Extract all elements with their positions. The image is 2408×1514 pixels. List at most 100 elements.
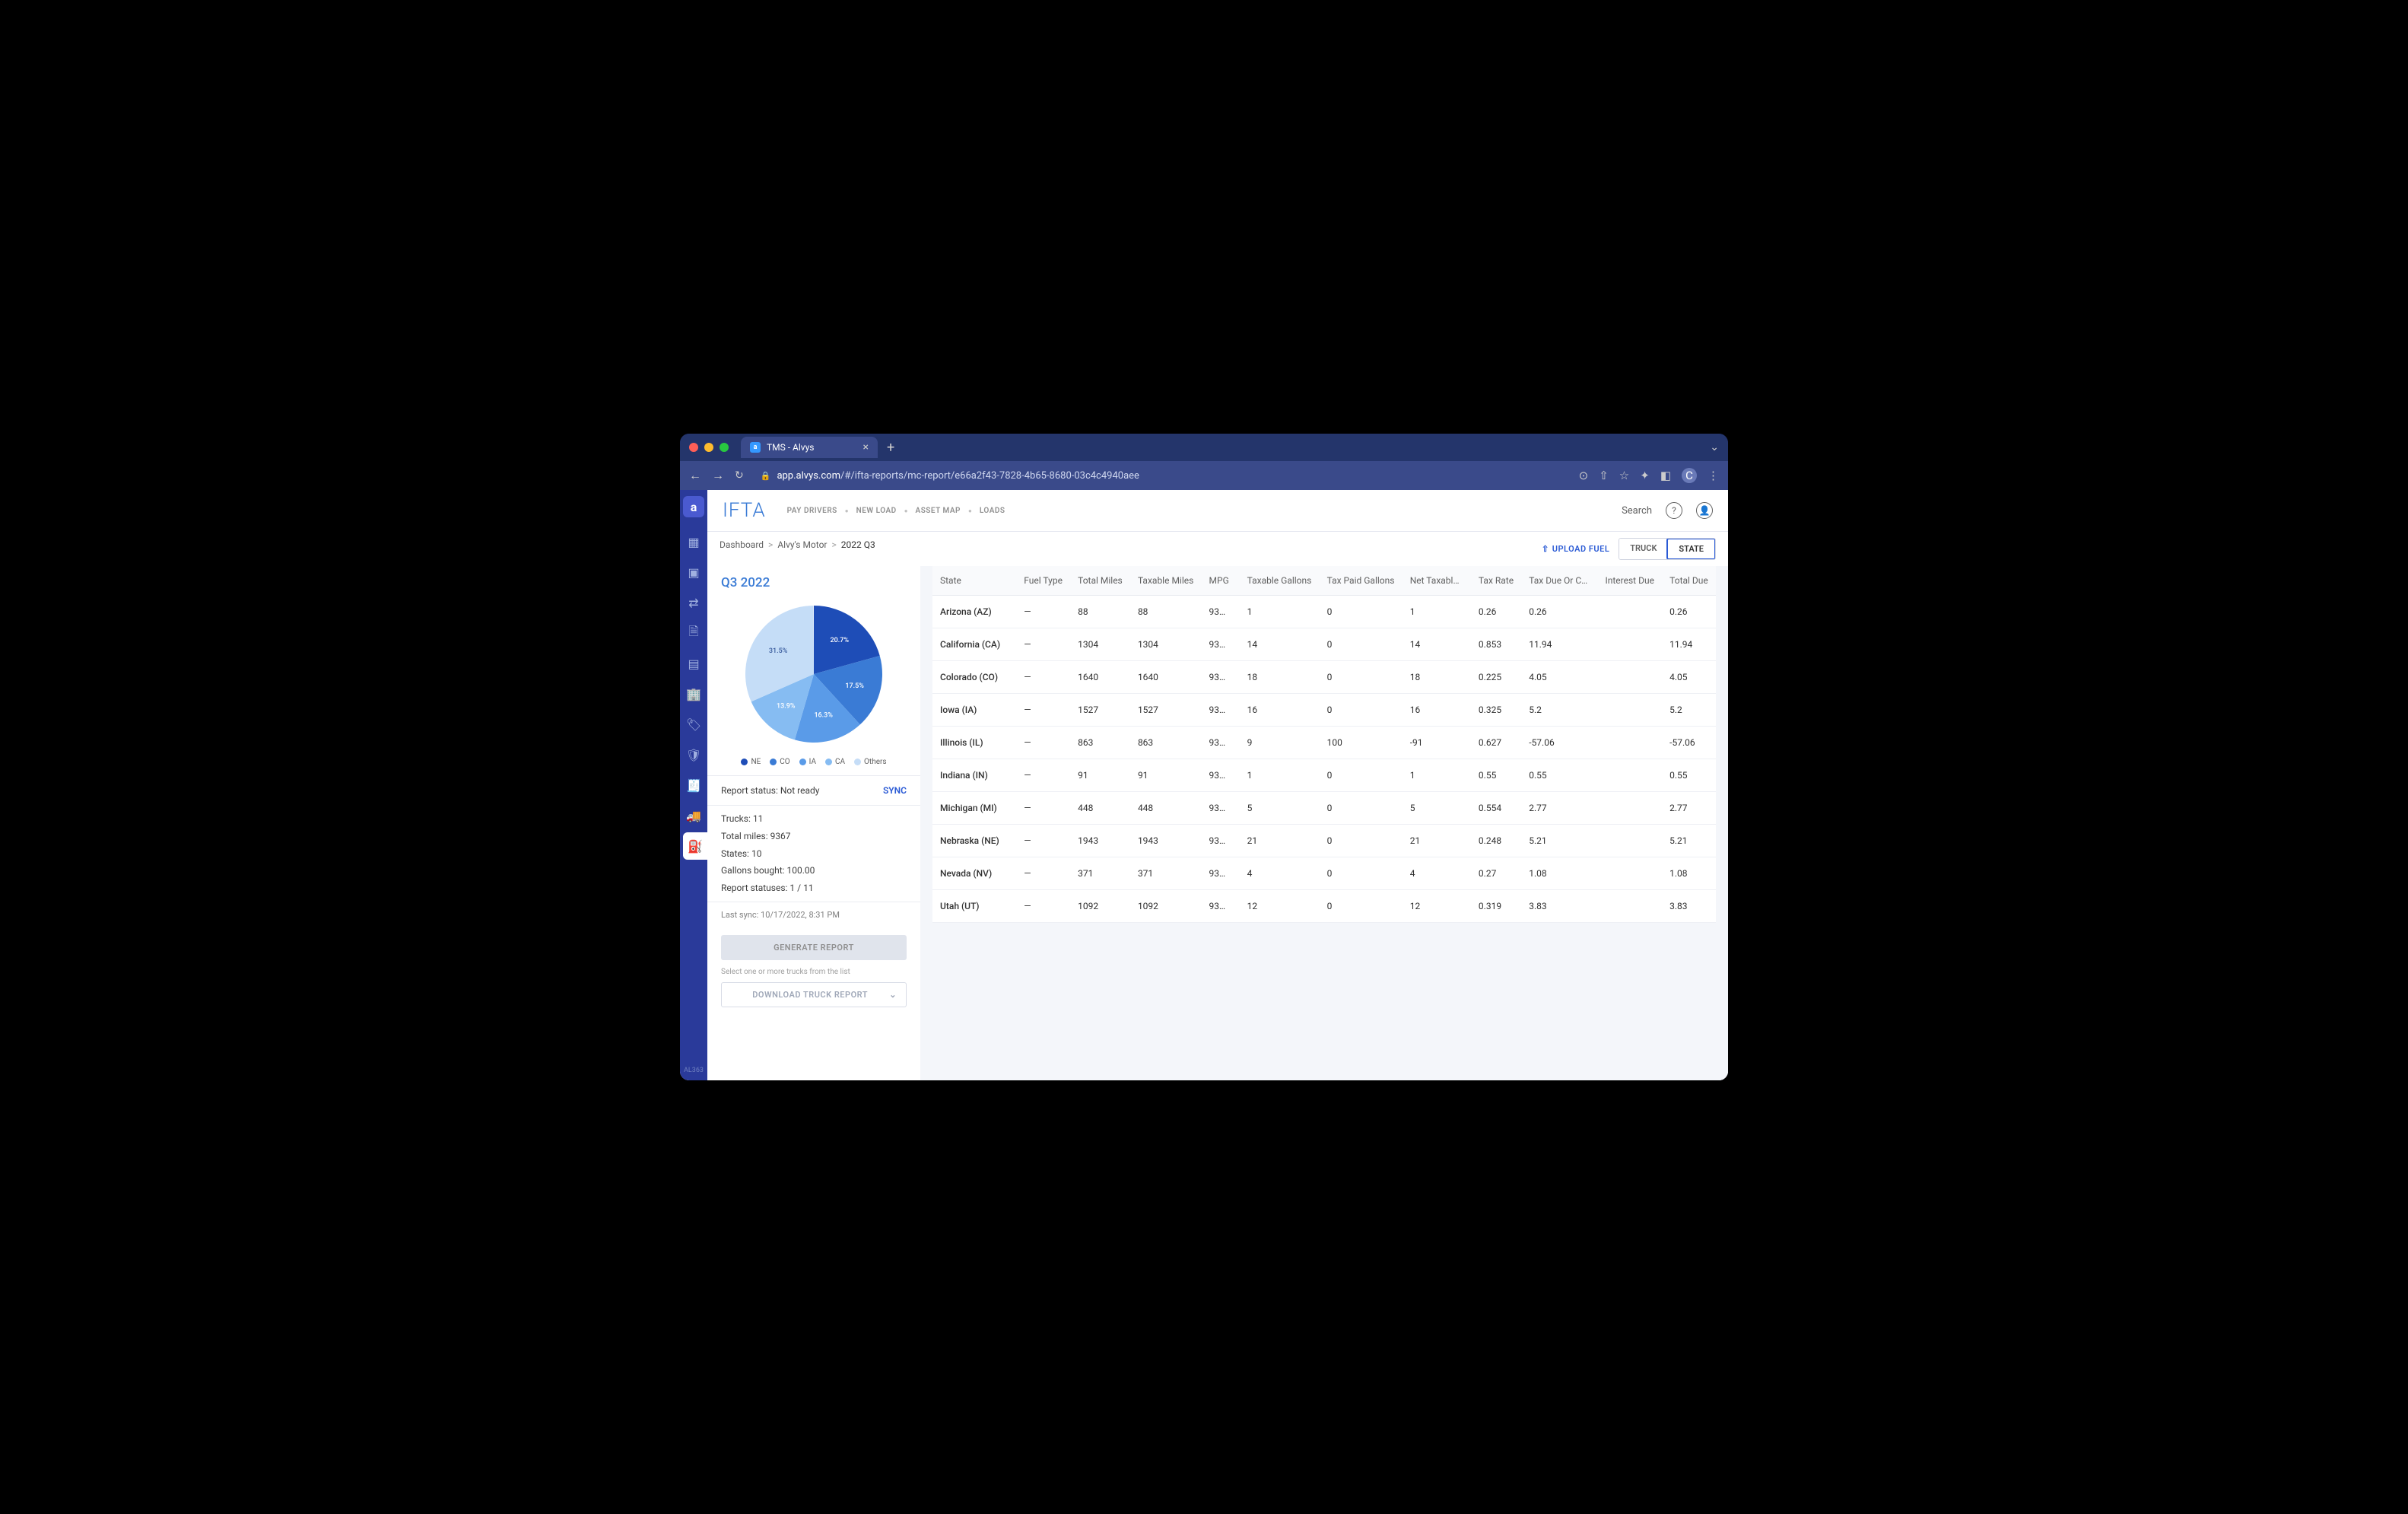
titlebar: a TMS - Alvys × + ⌄ (680, 434, 1728, 461)
table-row[interactable]: Illinois (IL)—86386393…9100-910.627-57.0… (932, 727, 1716, 759)
tab-favicon: a (750, 442, 761, 453)
legend-item: CO (770, 758, 789, 766)
page-title: IFTA (723, 499, 766, 522)
report-status: Report status: Not ready (721, 785, 819, 796)
minimize-window-button[interactable] (704, 443, 713, 452)
url-bar: ← → ↻ 🔒 app.alvys.com/#/ifta-reports/mc-… (680, 461, 1728, 490)
tabs-area: a TMS - Alvys × + (741, 437, 1710, 458)
table-row[interactable]: Arizona (AZ)—888893…1010.260.260.26 (932, 596, 1716, 628)
legend-item: IA (799, 758, 816, 766)
header-link-asset-map[interactable]: ASSET MAP (916, 507, 961, 515)
table-row[interactable]: California (CA)—1304130493…140140.85311.… (932, 628, 1716, 661)
tab-close-icon[interactable]: × (863, 441, 869, 453)
user-icon[interactable]: 👤 (1696, 502, 1713, 519)
table-row[interactable]: Utah (UT)—1092109293…120120.3193.833.83 (932, 890, 1716, 923)
sidebar-footer: AL363 (681, 1061, 707, 1080)
stat-states: States: 10 (721, 845, 907, 863)
breadcrumb-current: 2022 Q3 (841, 539, 875, 550)
svg-text:31.5%: 31.5% (769, 647, 788, 655)
app-logo[interactable]: a (683, 496, 704, 517)
pie-chart: 20.7%17.5%16.3%13.9%31.5% (721, 598, 907, 750)
sidebar-item-receipt[interactable]: 🧾 (680, 771, 707, 799)
header-right: Search ? 👤 (1622, 502, 1713, 519)
header-link-pay-drivers[interactable]: PAY DRIVERS (787, 507, 837, 515)
column-header[interactable]: Taxable Miles (1130, 566, 1202, 596)
column-header[interactable]: Taxable Gallons (1240, 566, 1320, 596)
address-bar[interactable]: 🔒 app.alvys.com/#/ifta-reports/mc-report… (754, 470, 1568, 482)
browser-tab[interactable]: a TMS - Alvys × (741, 437, 878, 458)
table-row[interactable]: Nebraska (NE)—1943194393…210210.2485.215… (932, 825, 1716, 857)
lock-icon: 🔒 (761, 471, 771, 481)
search-button[interactable]: Search (1622, 505, 1652, 517)
toggle-truck[interactable]: TRUCK (1619, 539, 1667, 559)
column-header[interactable]: State (932, 566, 1016, 596)
url-text: app.alvys.com/#/ifta-reports/mc-report/e… (777, 470, 1139, 482)
sidebar-item-shield[interactable]: 🛡 (680, 741, 707, 768)
column-header[interactable]: Fuel Type (1016, 566, 1070, 596)
panel-icon[interactable]: ◧ (1660, 469, 1671, 482)
bookmark-icon[interactable]: ☆ (1619, 469, 1629, 482)
chart-title: Q3 2022 (721, 575, 907, 590)
table-row[interactable]: Colorado (CO)—1640164093…180180.2254.054… (932, 661, 1716, 694)
table-row[interactable]: Michigan (MI)—44844893…5050.5542.772.77 (932, 792, 1716, 825)
sidebar-item-archive[interactable]: ▣ (680, 558, 707, 586)
column-header[interactable]: Net Taxable G… (1403, 566, 1471, 596)
header-link-new-load[interactable]: NEW LOAD (856, 507, 897, 515)
svg-text:16.3%: 16.3% (814, 712, 833, 720)
sidebar-item-calculator[interactable]: ▤ (680, 650, 707, 677)
maximize-window-button[interactable] (720, 443, 729, 452)
sidebar-item-fuel[interactable]: ⛽ (683, 832, 707, 860)
profile-avatar[interactable]: C (1682, 468, 1697, 483)
header-link-loads[interactable]: LOADS (980, 507, 1005, 515)
new-tab-button[interactable]: + (887, 440, 894, 456)
download-hint: Select one or more trucks from the list (707, 968, 920, 976)
svg-text:13.9%: 13.9% (777, 702, 796, 710)
table-header-row: StateFuel TypeTotal MilesTaxable MilesMP… (932, 566, 1716, 596)
column-header[interactable]: Interest Due (1597, 566, 1662, 596)
forward-button[interactable]: → (712, 468, 724, 483)
search-icon[interactable]: ⊙ (1579, 469, 1589, 482)
column-header[interactable]: MPG (1202, 566, 1240, 596)
help-icon[interactable]: ? (1666, 502, 1682, 519)
sidebar-item-tag[interactable]: 🏷 (680, 711, 707, 738)
column-header[interactable]: Total Miles (1070, 566, 1130, 596)
browser-window: a TMS - Alvys × + ⌄ ← → ↻ 🔒 app.alvys.co… (680, 434, 1728, 1080)
toggle-state[interactable]: STATE (1666, 538, 1716, 560)
reload-button[interactable]: ↻ (735, 469, 744, 482)
upload-fuel-button[interactable]: ⇧ UPLOAD FUEL (1542, 544, 1609, 554)
column-header[interactable]: Tax Paid Gallons (1320, 566, 1403, 596)
upload-icon: ⇧ (1542, 544, 1549, 554)
extensions-icon[interactable]: ✦ (1640, 469, 1650, 482)
sidebar-item-document[interactable]: 🗎 (680, 619, 707, 647)
table-row[interactable]: Nevada (NV)—37137193…4040.271.081.08 (932, 857, 1716, 890)
table-row[interactable]: Indiana (IN)—919193…1010.550.550.55 (932, 759, 1716, 792)
sidebar-item-building[interactable]: 🏢 (680, 680, 707, 708)
app-body: a ▦ ▣ ⇄ 🗎 ▤ 🏢 🏷 🛡 🧾 🚚 ⛽ AL363 IFTA PAY D… (680, 490, 1728, 1080)
close-window-button[interactable] (689, 443, 698, 452)
titlebar-expand-icon[interactable]: ⌄ (1710, 441, 1719, 453)
pie-legend: NECOIACAOthers (721, 758, 907, 766)
table-row[interactable]: Iowa (IA)—1527152793…160160.3255.25.2 (932, 694, 1716, 727)
sidebar-item-flow[interactable]: ⇄ (680, 589, 707, 616)
sidebar-item-truck[interactable]: 🚚 (680, 802, 707, 829)
view-toggle: TRUCK STATE (1619, 538, 1716, 560)
back-button[interactable]: ← (689, 468, 701, 483)
generate-report-button[interactable]: GENERATE REPORT (721, 935, 907, 960)
tab-title: TMS - Alvys (767, 442, 814, 453)
download-truck-report-button[interactable]: DOWNLOAD TRUCK REPORT ⌄ (721, 982, 907, 1007)
breadcrumb-dashboard[interactable]: Dashboard (720, 539, 764, 550)
column-header[interactable]: Total Due (1662, 566, 1716, 596)
breadcrumb-motor[interactable]: Alvy's Motor (777, 539, 827, 550)
breadcrumb: Dashboard > Alvy's Motor > 2022 Q3 (707, 532, 920, 558)
column-header[interactable]: Tax Due Or Cr… (1521, 566, 1597, 596)
share-icon[interactable]: ⇧ (1599, 469, 1609, 482)
legend-item: Others (854, 758, 887, 766)
header: IFTA PAY DRIVERS ● NEW LOAD ● ASSET MAP … (707, 490, 1728, 532)
menu-icon[interactable]: ⋮ (1708, 469, 1719, 482)
svg-text:20.7%: 20.7% (831, 637, 850, 644)
column-header[interactable]: Tax Rate (1471, 566, 1521, 596)
state-table: StateFuel TypeTotal MilesTaxable MilesMP… (932, 566, 1716, 923)
sidebar-item-dashboard[interactable]: ▦ (680, 528, 707, 555)
right-panel: StateFuel TypeTotal MilesTaxable MilesMP… (920, 566, 1728, 1080)
sync-button[interactable]: SYNC (883, 785, 907, 796)
